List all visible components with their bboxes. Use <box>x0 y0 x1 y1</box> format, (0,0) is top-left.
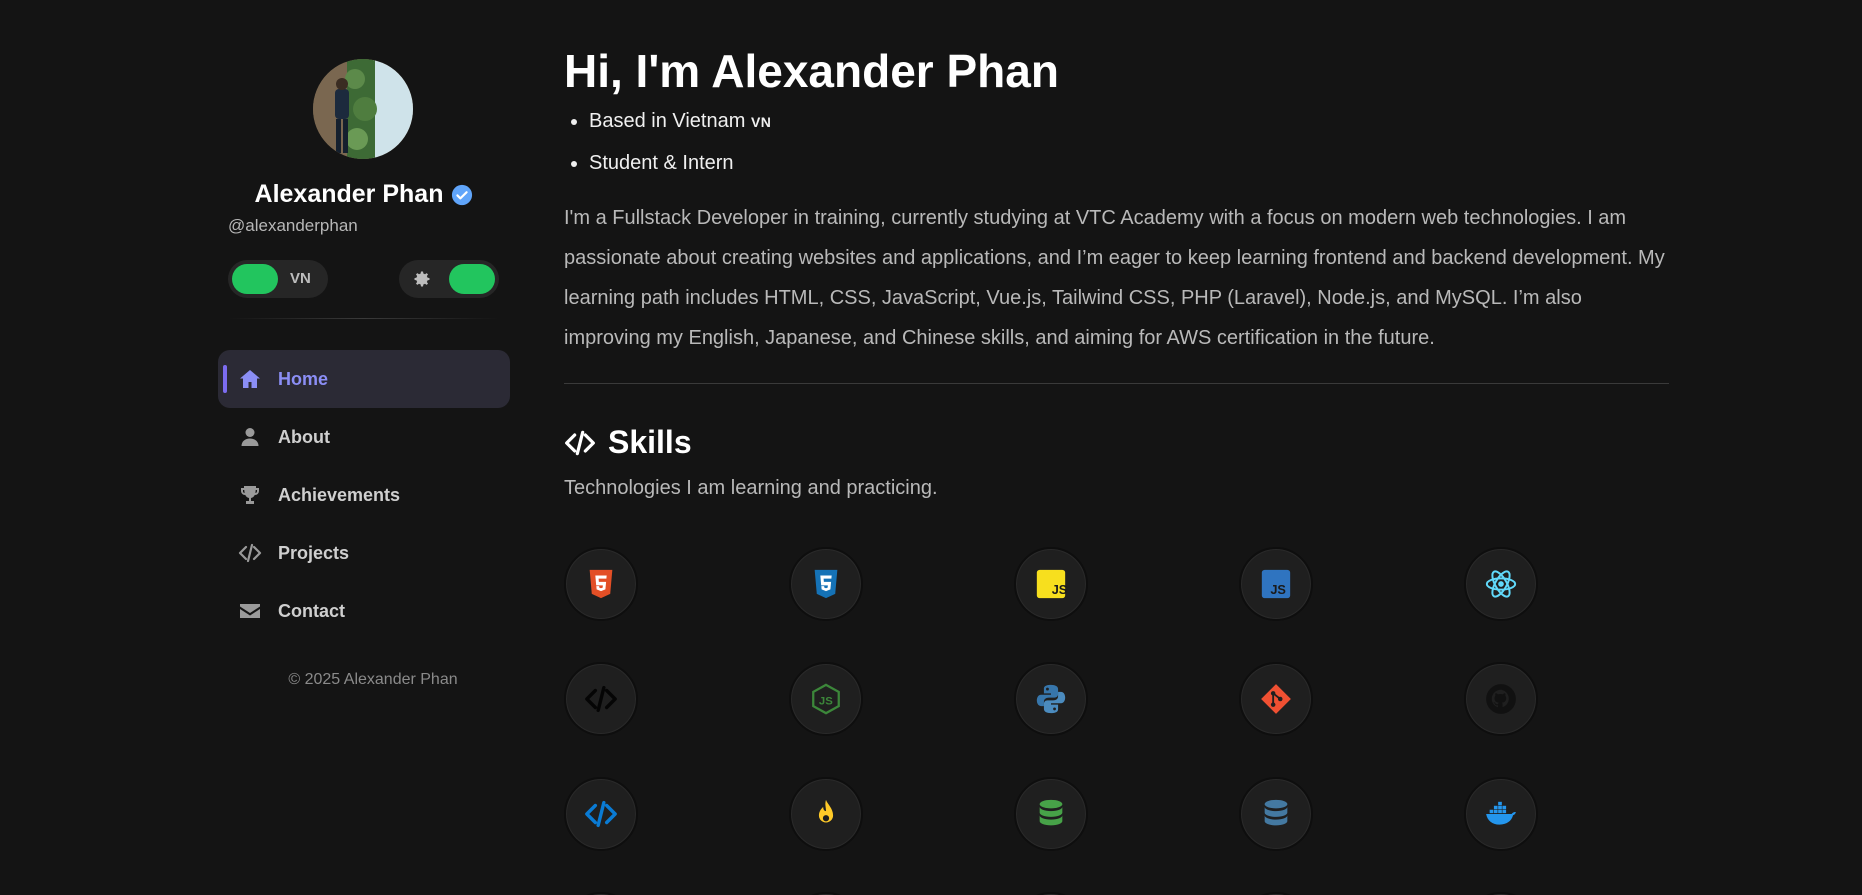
verified-badge-icon <box>452 184 473 205</box>
skill-mysql[interactable] <box>1239 777 1313 851</box>
firebase-icon <box>818 799 834 823</box>
skills-subtitle: Technologies I am learning and practicin… <box>564 477 938 499</box>
active-indicator <box>223 365 227 393</box>
trophy-icon <box>241 486 259 504</box>
profile-name-row: Alexander Phan <box>218 180 510 209</box>
sidebar-item-label: About <box>278 426 330 447</box>
skill-git[interactable] <box>1239 662 1313 736</box>
role-text: Student & Intern <box>589 152 734 174</box>
docker-icon <box>1486 801 1516 825</box>
skill-javascript[interactable]: JS <box>1014 547 1088 621</box>
skill-css3[interactable] <box>789 547 863 621</box>
user-icon <box>241 428 259 446</box>
theme-toggle-knob <box>449 264 495 294</box>
nextjs-code-icon <box>585 685 617 713</box>
nodejs-icon: JS <box>812 683 840 715</box>
svg-text:JS: JS <box>1270 582 1286 597</box>
code-icon <box>238 543 262 563</box>
theme-toggle[interactable] <box>399 260 499 298</box>
sidebar-item-contact[interactable]: Contact <box>218 582 510 640</box>
skills-title: Skills <box>608 424 692 460</box>
skill-github[interactable] <box>1464 662 1538 736</box>
react-icon <box>1485 570 1517 598</box>
sidebar-item-label: Home <box>278 368 329 389</box>
svg-text:JS: JS <box>1052 582 1068 597</box>
section-divider <box>564 383 1669 384</box>
avatar-photo <box>313 59 413 159</box>
python-icon <box>1036 684 1066 714</box>
mongodb-database-icon <box>1039 799 1063 826</box>
page-title: Hi, I'm Alexander Phan <box>564 45 1059 97</box>
html5-icon <box>589 569 613 599</box>
skill-firebase[interactable] <box>789 777 863 851</box>
sidebar-item-projects[interactable]: Projects <box>218 524 510 582</box>
skill-react[interactable] <box>1464 547 1538 621</box>
vietnam-flag-icon: VN <box>750 114 772 130</box>
mysql-database-icon <box>1264 799 1288 826</box>
skill-html5[interactable] <box>564 547 638 621</box>
profile-name: Alexander Phan <box>254 180 444 208</box>
sidebar-item-label: Achievements <box>278 484 401 505</box>
skill-js-blue[interactable]: JS <box>1239 547 1313 621</box>
fact-role: Student & Intern <box>589 148 771 190</box>
typescript-js-icon: JS <box>1261 569 1291 599</box>
language-toggle-label: VN <box>290 270 311 287</box>
profile-facts: Based in Vietnam VN Student & Intern <box>589 106 771 190</box>
git-icon <box>1261 684 1291 714</box>
sidebar-item-home[interactable]: Home <box>218 350 510 408</box>
intro-paragraph: I'm a Fullstack Developer in training, c… <box>564 207 1665 349</box>
sidebar-divider <box>228 318 500 319</box>
sidebar-item-about[interactable]: About <box>218 408 510 466</box>
skill-nextjs[interactable] <box>564 662 638 736</box>
skill-vscode[interactable] <box>564 777 638 851</box>
mail-icon <box>240 604 260 618</box>
skill-mongodb[interactable] <box>1014 777 1088 851</box>
css3-icon <box>814 569 838 599</box>
sidebar-nav: Home About Achievements Projects Contact <box>218 350 510 640</box>
sidebar-item-label: Projects <box>278 542 350 563</box>
code-icon <box>565 430 595 455</box>
sidebar-item-achievements[interactable]: Achievements <box>218 466 510 524</box>
sidebar: Alexander Phan @alexanderphan VN Home Ab… <box>218 0 510 895</box>
vscode-code-icon <box>585 800 617 828</box>
gear-icon <box>414 271 430 287</box>
profile-handle: @alexanderphan <box>228 216 358 235</box>
language-toggle-knob <box>232 264 278 294</box>
github-icon <box>1486 684 1516 714</box>
home-icon <box>240 370 260 388</box>
svg-text:JS: JS <box>819 696 833 708</box>
skill-python[interactable] <box>1014 662 1088 736</box>
javascript-icon: JS <box>1036 569 1068 599</box>
avatar <box>313 59 413 159</box>
copyright: © 2025 Alexander Phan <box>288 671 458 688</box>
skill-docker[interactable] <box>1464 777 1538 851</box>
skill-nodejs[interactable]: JS <box>789 662 863 736</box>
fact-location: Based in Vietnam VN <box>589 106 771 148</box>
skills-heading: Skills <box>564 424 692 461</box>
sidebar-item-label: Contact <box>278 600 345 621</box>
location-text: Based in Vietnam <box>589 110 746 132</box>
language-toggle[interactable]: VN <box>228 260 328 298</box>
